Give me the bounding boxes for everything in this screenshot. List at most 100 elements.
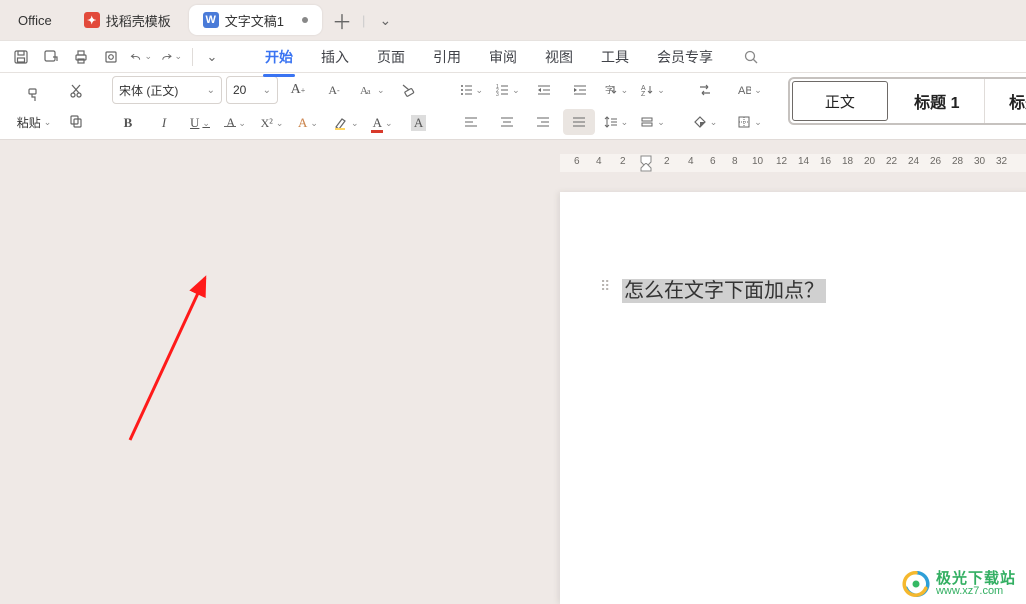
menu-reference[interactable]: 引用 <box>419 42 475 72</box>
menu-page[interactable]: 页面 <box>363 42 419 72</box>
ruler-tick: 4 <box>688 156 694 167</box>
bold-button[interactable]: B <box>112 110 144 136</box>
drag-handle-icon[interactable]: ⠿ <box>600 278 608 295</box>
menu-start[interactable]: 开始 <box>251 42 307 72</box>
align-left-button[interactable] <box>455 109 487 135</box>
paste-button[interactable]: 粘贴⌄ <box>12 112 56 131</box>
style-gallery: 正文 标题 1 标题 2 <box>788 77 1026 125</box>
italic-button[interactable]: I <box>148 110 180 136</box>
watermark-title: 极光下载站 <box>936 571 1016 586</box>
tab-document-label: 文字文稿1 <box>225 11 284 30</box>
paste-label: 粘贴 <box>17 114 41 131</box>
border-button[interactable]: ⌄ <box>733 109 766 135</box>
clear-format-icon[interactable] <box>393 77 425 103</box>
change-case-icon[interactable]: Aa ⌄ <box>354 77 389 103</box>
search-icon[interactable] <box>743 49 759 65</box>
undo-icon[interactable]: ⌄ <box>130 46 152 68</box>
text-effect-button[interactable]: A⌄ <box>292 110 324 136</box>
align-center-button[interactable] <box>491 109 523 135</box>
text-direction-button[interactable]: 字⌄ <box>600 77 633 103</box>
tab-menu-button[interactable]: ⌄ <box>369 4 401 36</box>
print-icon[interactable] <box>70 46 92 68</box>
decrease-indent-button[interactable] <box>528 77 560 103</box>
underline-button[interactable]: U⌄ <box>184 110 216 136</box>
save-as-icon[interactable] <box>40 46 62 68</box>
group-misc-2: AB⌄ ⌄ <box>727 77 772 135</box>
menu-view[interactable]: 视图 <box>531 42 587 72</box>
svg-text:字: 字 <box>605 84 614 95</box>
copy-icon[interactable] <box>60 108 92 134</box>
line-spacing-button[interactable]: ⌄ <box>600 109 633 135</box>
bullet-list-button[interactable]: ⌄ <box>455 77 488 103</box>
font-color-button[interactable]: A ⌄ <box>367 110 399 136</box>
format-painter-icon[interactable] <box>12 82 56 108</box>
font-size-select[interactable]: 20 ⌄ <box>226 76 278 104</box>
quick-access-bar: ⌄ ⌄ ⌄ 开始 插入 页面 引用 审阅 视图 工具 会员专享 <box>0 40 1026 72</box>
save-icon[interactable] <box>10 46 32 68</box>
group-clipboard: 粘贴⌄ <box>6 77 98 135</box>
sort-button[interactable]: AZ⌄ <box>636 77 669 103</box>
ruler-tick: 12 <box>776 156 787 167</box>
ruler-tick: 22 <box>886 156 897 167</box>
font-size-value: 20 <box>233 83 246 97</box>
page[interactable]: ⠿ 怎么在文字下面加点？ <box>560 192 1026 604</box>
tab-close-icon[interactable] <box>302 17 308 23</box>
group-paragraph: ⌄ 123⌄ 字⌄ <box>449 77 675 135</box>
ruler-tick: 2 <box>664 156 670 167</box>
char-shading-button[interactable]: A <box>403 110 435 136</box>
watermark-logo-icon <box>902 570 930 598</box>
svg-text:3: 3 <box>496 92 499 97</box>
menu-insert[interactable]: 插入 <box>307 42 363 72</box>
left-margin-marker-icon[interactable] <box>639 163 653 173</box>
group-font: 宋体 (正文) ⌄ 20 ⌄ A+ A- Aa ⌄ B I <box>106 77 441 135</box>
ruler-tick: 26 <box>930 156 941 167</box>
style-h2[interactable]: 标题 2 <box>985 79 1026 123</box>
increase-font-icon[interactable]: A+ <box>282 77 314 103</box>
ruler-tick: 20 <box>864 156 875 167</box>
doc-icon: W <box>203 12 219 28</box>
ruler-tick: 24 <box>908 156 919 167</box>
ruler-tick: 8 <box>732 156 738 167</box>
svg-text:a: a <box>367 87 371 96</box>
tab-add-button[interactable]: ＋ <box>326 4 358 36</box>
menu-review[interactable]: 审阅 <box>475 42 531 72</box>
template-icon: ✦ <box>84 12 100 28</box>
decrease-font-icon[interactable]: A- <box>318 77 350 103</box>
qa-dropdown-icon[interactable]: ⌄ <box>201 46 223 68</box>
ruler-tick: 10 <box>752 156 763 167</box>
number-list-button[interactable]: 123⌄ <box>491 77 524 103</box>
tab-document[interactable]: W 文字文稿1 <box>189 5 322 35</box>
highlight-button[interactable]: ⌄ <box>328 110 363 136</box>
ribbon: 粘贴⌄ 宋体 (正文) ⌄ 20 ⌄ A+ <box>0 72 1026 140</box>
superscript-button[interactable]: X²⌄ <box>256 110 288 136</box>
ruler[interactable]: 6422468101214161820222426283032 <box>560 154 1026 172</box>
style-body[interactable]: 正文 <box>792 81 888 121</box>
tab-templates[interactable]: ✦ 找稻壳模板 <box>70 5 185 35</box>
menu-tools[interactable]: 工具 <box>587 42 643 72</box>
paragraph-spacing-button[interactable]: ⌄ <box>636 109 669 135</box>
menu-member[interactable]: 会员专享 <box>643 42 727 72</box>
tab-separator: | <box>362 13 365 28</box>
align-justify-button[interactable] <box>563 109 595 135</box>
ruler-tick: 30 <box>974 156 985 167</box>
menu-bar: 开始 插入 页面 引用 审阅 视图 工具 会员专享 <box>251 42 727 72</box>
find-replace-button[interactable] <box>689 77 722 103</box>
shading-button[interactable]: ⌄ <box>689 109 722 135</box>
selected-text[interactable]: 怎么在文字下面加点？ <box>622 279 826 303</box>
ruler-tick: 2 <box>620 156 626 167</box>
strikethrough-button[interactable]: A⌄ <box>220 110 252 136</box>
redo-icon[interactable]: ⌄ <box>160 46 182 68</box>
style-h1[interactable]: 标题 1 <box>890 79 985 123</box>
align-right-button[interactable] <box>527 109 559 135</box>
ruler-tick: 4 <box>596 156 602 167</box>
font-name-select[interactable]: 宋体 (正文) ⌄ <box>112 76 222 104</box>
pilcrow-button[interactable]: AB⌄ <box>733 77 766 103</box>
annotation-arrow-icon <box>120 270 240 450</box>
tab-office[interactable]: Office <box>4 5 66 35</box>
ruler-tick: 14 <box>798 156 809 167</box>
svg-text:AB: AB <box>738 85 751 97</box>
increase-indent-button[interactable] <box>564 77 596 103</box>
print-preview-icon[interactable] <box>100 46 122 68</box>
cut-icon[interactable] <box>60 78 92 104</box>
tab-office-label: Office <box>18 13 52 28</box>
